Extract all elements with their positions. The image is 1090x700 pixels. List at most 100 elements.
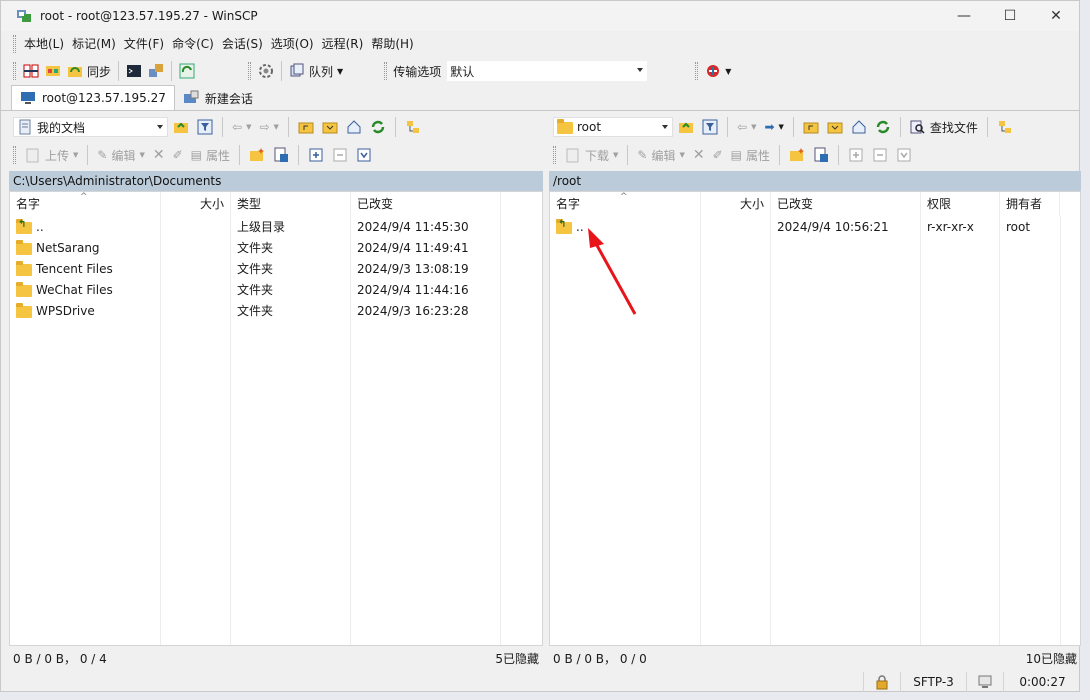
back-button[interactable]: ⇦ ▼	[229, 116, 254, 138]
remote-hidden-count: 10已隐藏	[1025, 651, 1077, 666]
unselect-files-button[interactable]	[329, 144, 351, 166]
unselect-files-button[interactable]	[869, 144, 891, 166]
root-folder-icon	[827, 119, 843, 135]
row-changed: 2024/9/4 11:45:30	[357, 219, 469, 234]
select-files-button[interactable]	[845, 144, 867, 166]
forward-button[interactable]: ⇨ ▼	[256, 116, 281, 138]
tab-new-session[interactable]: 新建会话	[175, 86, 261, 110]
putty-button[interactable]	[145, 60, 167, 82]
toolbar-separator	[87, 145, 89, 165]
filter-button[interactable]	[194, 116, 216, 138]
forward-button[interactable]: ➡ ▼	[761, 116, 786, 138]
synchronize-button[interactable]: 同步	[64, 60, 114, 82]
toolbar-separator	[281, 61, 283, 81]
home-icon	[346, 119, 362, 135]
find-files-button[interactable]: 查找文件	[907, 116, 981, 138]
window-title: root - root@123.57.195.27 - WinSCP	[40, 9, 258, 23]
back-button[interactable]: ⇦ ▼	[734, 116, 759, 138]
compare-dirs-button[interactable]	[20, 60, 42, 82]
root-directory-button[interactable]	[319, 116, 341, 138]
select-all-button[interactable]	[893, 144, 915, 166]
parent-directory-button[interactable]	[295, 116, 317, 138]
table-row[interactable]: WPSDrive 文件夹 2024/9/3 16:23:28	[10, 300, 542, 321]
col-changed[interactable]: 已改变	[771, 192, 921, 216]
remote-location-select[interactable]: root	[553, 117, 673, 137]
menu-mark[interactable]: 标记(M)	[68, 33, 120, 55]
preferences-button[interactable]	[255, 60, 277, 82]
find-tree-button[interactable]	[994, 116, 1016, 138]
upload-label: 上传	[45, 148, 70, 163]
select-all-button[interactable]	[353, 144, 375, 166]
home-directory-button[interactable]	[848, 116, 870, 138]
table-row[interactable]: Tencent Files 文件夹 2024/9/3 13:08:19	[10, 258, 542, 279]
menu-session[interactable]: 会话(S)	[218, 33, 267, 55]
filter-button[interactable]	[699, 116, 721, 138]
table-row[interactable]: .. 上级目录 2024/9/4 11:45:30	[10, 216, 542, 237]
local-list-header: 名字 ^ 大小 类型 已改变	[10, 192, 542, 216]
col-size[interactable]: 大小	[161, 192, 231, 216]
rename-button[interactable]: ✐	[710, 144, 726, 166]
toolbar-separator	[779, 145, 781, 165]
menu-local[interactable]: 本地(L)	[20, 33, 68, 55]
upload-button[interactable]: 上传 ▼	[22, 144, 81, 166]
root-directory-button[interactable]	[824, 116, 846, 138]
col-size[interactable]: 大小	[701, 192, 771, 216]
properties-button[interactable]: ▤ 属性	[728, 144, 773, 166]
col-rights[interactable]: 权限	[921, 192, 1000, 216]
tree-icon	[405, 119, 421, 135]
refresh-button[interactable]	[872, 116, 894, 138]
table-row[interactable]: WeChat Files 文件夹 2024/9/4 11:44:16	[10, 279, 542, 300]
col-owner[interactable]: 拥有者	[1000, 192, 1060, 216]
sync-icon	[67, 63, 83, 79]
col-name[interactable]: 名字 ^	[550, 192, 701, 216]
local-location-value: 我的文档	[37, 120, 86, 135]
edit-button[interactable]: ✎ 编辑 ▼	[94, 144, 147, 166]
close-button[interactable]: ✕	[1033, 1, 1079, 31]
local-location-select[interactable]: 我的文档	[13, 117, 168, 137]
edit-button[interactable]: ✎ 编辑 ▼	[634, 144, 687, 166]
new-folder-button[interactable]	[246, 144, 268, 166]
custom-commands-button[interactable]: ▼	[702, 60, 734, 82]
column-divider	[500, 216, 501, 645]
remote-file-list[interactable]: 名字^ 大小 已改变 权限 拥有者 .. 2024/9/4 10:56:21 r…	[549, 191, 1081, 646]
menu-options[interactable]: 选项(O)	[267, 33, 318, 55]
refresh-button[interactable]	[367, 116, 389, 138]
parent-directory-button[interactable]	[800, 116, 822, 138]
column-divider	[160, 216, 161, 645]
arrow-right-icon: ➡	[764, 120, 775, 134]
toolbar-grip	[384, 62, 388, 80]
new-file-button[interactable]	[270, 144, 292, 166]
local-file-list[interactable]: 名字^ 大小 类型 已改变 .. 上级目录 2024/9/4 11:45:30 …	[9, 191, 543, 646]
terminal-button[interactable]	[123, 60, 145, 82]
home-directory-button[interactable]	[343, 116, 365, 138]
menu-commands[interactable]: 命令(C)	[168, 33, 218, 55]
menu-remote[interactable]: 远程(R)	[318, 33, 368, 55]
new-folder-button[interactable]	[786, 144, 808, 166]
menu-help[interactable]: 帮助(H)	[367, 33, 417, 55]
delete-button[interactable]: ✕	[150, 144, 168, 166]
table-row[interactable]: NetSarang 文件夹 2024/9/4 11:49:41	[10, 237, 542, 258]
download-button[interactable]: 下载 ▼	[562, 144, 621, 166]
open-directory-button[interactable]	[170, 116, 192, 138]
select-files-button[interactable]	[305, 144, 327, 166]
local-action-toolbar: 上传 ▼ ✎ 编辑 ▼ ✕ ✐ ▤ 属性	[9, 141, 543, 169]
find-tree-button[interactable]	[402, 116, 424, 138]
refresh-session-button[interactable]	[176, 60, 198, 82]
open-directory-button[interactable]	[675, 116, 697, 138]
delete-button[interactable]: ✕	[690, 144, 708, 166]
col-name[interactable]: 名字 ^	[10, 192, 161, 216]
rename-button[interactable]: ✐	[170, 144, 186, 166]
col-changed[interactable]: 已改变	[351, 192, 501, 216]
queue-button[interactable]: 队列 ▼	[286, 60, 346, 82]
tab-session-root[interactable]: root@123.57.195.27	[11, 85, 175, 110]
properties-button[interactable]: ▤ 属性	[188, 144, 233, 166]
menu-file[interactable]: 文件(F)	[120, 33, 168, 55]
maximize-button[interactable]: ☐	[987, 1, 1033, 31]
folder-icon	[16, 239, 32, 255]
minimize-button[interactable]: —	[941, 1, 987, 31]
synchronize-browsing-button[interactable]	[42, 60, 64, 82]
col-type[interactable]: 类型	[231, 192, 351, 216]
encryption-status[interactable]	[863, 672, 900, 692]
transfer-settings-select[interactable]: 默认	[447, 61, 648, 81]
new-file-button[interactable]	[810, 144, 832, 166]
